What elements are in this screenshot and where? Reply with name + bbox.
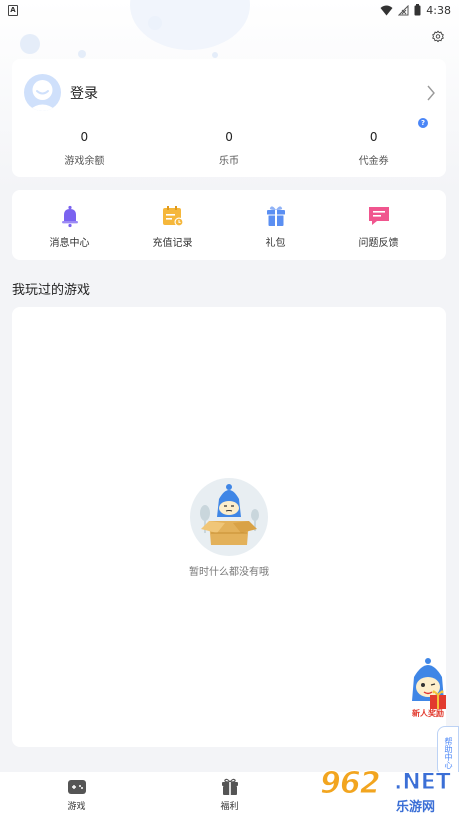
help-center-tab[interactable]: 帮助中心 (437, 726, 459, 776)
stat-le-coins[interactable]: 0 乐币 (157, 129, 302, 167)
avatar[interactable] (24, 74, 61, 111)
nav-item-games[interactable]: 游戏 (0, 772, 153, 816)
gift-icon (266, 206, 285, 226)
decor-bubble (212, 52, 218, 58)
status-time: 4:38 (426, 3, 451, 17)
new-user-reward-label[interactable]: 新人奖励 (404, 708, 452, 719)
stat-value: 0 (369, 130, 378, 144)
stat-label: 代金券 (358, 156, 389, 167)
calendar-icon (162, 206, 183, 227)
status-bar: A 4:38 (0, 0, 459, 20)
profile-card: 登录 ? 0 游戏余额 0 乐币 0 代金券 (12, 59, 446, 177)
nav-label: 游戏 (67, 802, 86, 812)
gear-icon (432, 30, 444, 43)
shortcut-card: 消息中心 充值记录 礼包 问题反馈 (12, 190, 446, 260)
wallet-stats: 0 游戏余额 0 乐币 0 代金券 (12, 129, 446, 167)
stat-game-balance[interactable]: 0 游戏余额 (12, 129, 157, 167)
stat-label: 乐币 (219, 156, 239, 167)
shortcut-label: 消息中心 (49, 238, 90, 249)
stat-value: 0 (80, 130, 89, 144)
section-title: 我玩过的游戏 (12, 283, 91, 298)
feedback-icon (368, 207, 389, 225)
bottom-nav: 游戏 福利 (0, 772, 459, 816)
gift-icon (221, 778, 238, 795)
shortcut-label: 礼包 (265, 238, 286, 249)
battery-icon (414, 4, 421, 16)
shortcut-label: 问题反馈 (358, 238, 399, 249)
shortcut-feedback[interactable]: 问题反馈 (327, 190, 430, 260)
help-badge[interactable]: ? (418, 118, 428, 128)
played-games-card: 暂时什么都没有哦 (12, 307, 446, 747)
wifi-icon (380, 5, 393, 15)
nav-item-welfare[interactable]: 福利 (153, 772, 306, 816)
empty-state-mascot-icon (190, 478, 268, 556)
shortcut-recharge-records[interactable]: 充值记录 (121, 190, 224, 260)
settings-button[interactable] (429, 28, 447, 46)
stat-label: 游戏余额 (64, 156, 105, 167)
stat-value: 0 (225, 130, 233, 144)
chevron-right-icon[interactable] (426, 85, 436, 101)
decor-bubble (78, 50, 86, 58)
shortcut-label: 充值记录 (152, 238, 193, 249)
login-link[interactable]: 登录 (70, 83, 98, 103)
nav-item-placeholder (306, 772, 459, 816)
decor-bubble (20, 34, 40, 54)
app-notification-icon: A (8, 4, 18, 16)
shortcut-message-center[interactable]: 消息中心 (18, 190, 121, 260)
nav-label: 福利 (220, 802, 239, 812)
gamepad-icon (67, 780, 86, 794)
bell-icon (61, 205, 78, 228)
signal-off-icon (398, 4, 409, 15)
shortcut-gift-pack[interactable]: 礼包 (224, 190, 327, 260)
default-avatar-icon (28, 80, 57, 111)
stat-vouchers[interactable]: 0 代金券 (301, 129, 446, 167)
empty-state-text: 暂时什么都没有哦 (189, 567, 269, 578)
